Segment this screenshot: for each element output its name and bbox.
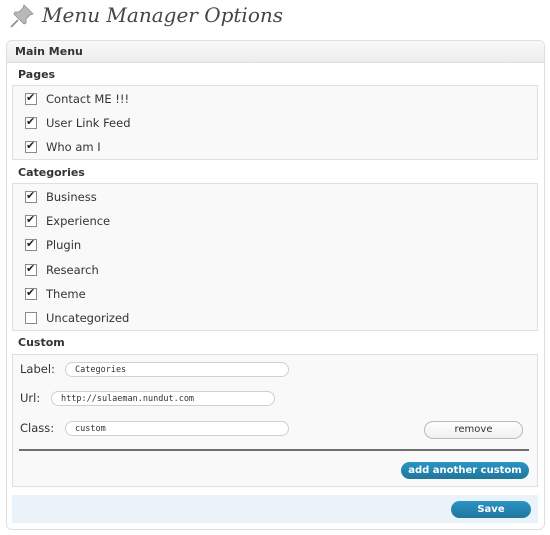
- checkmark-icon: ✔: [26, 139, 36, 152]
- label-input[interactable]: Categories: [65, 362, 289, 377]
- class-input[interactable]: custom: [65, 421, 289, 436]
- checkmark-icon: ✔: [26, 91, 36, 104]
- category-item-label: Theme: [46, 287, 86, 301]
- checkbox[interactable]: ✔: [25, 237, 37, 251]
- checkbox[interactable]: ✔: [25, 286, 37, 300]
- divider: [19, 449, 529, 451]
- pages-section-label: Pages: [18, 68, 56, 81]
- checkbox[interactable]: ✔: [25, 139, 37, 153]
- category-item-label: Experience: [46, 214, 111, 228]
- page-item-label: User Link Feed: [46, 116, 131, 130]
- main-menu-box: Main Menu Pages ✔ Contact ME !!! ✔ User …: [6, 40, 545, 530]
- page-header: Menu Manager Options: [0, 0, 550, 34]
- checkbox[interactable]: ✔: [25, 262, 37, 276]
- save-button[interactable]: Save: [451, 501, 531, 518]
- class-field-label: Class:: [20, 421, 55, 435]
- categories-list: ✔ Business ✔ Experience ✔ Plugin ✔ Resea…: [12, 183, 538, 331]
- checkmark-icon: ✔: [26, 286, 36, 299]
- category-item-label: Research: [46, 263, 99, 277]
- checkmark-icon: ✔: [26, 115, 36, 128]
- checkbox[interactable]: [25, 312, 37, 324]
- url-input[interactable]: http://sulaeman.nundut.com: [51, 391, 275, 406]
- checkmark-icon: ✔: [26, 213, 36, 226]
- custom-link-panel: Label: Categories Url: http://sulaeman.n…: [12, 354, 538, 487]
- custom-section-label: Custom: [18, 336, 65, 349]
- checkmark-icon: ✔: [26, 189, 36, 202]
- pages-list: ✔ Contact ME !!! ✔ User Link Feed ✔ Who …: [12, 85, 538, 160]
- url-field-label: Url:: [20, 391, 41, 405]
- checkbox[interactable]: ✔: [25, 115, 37, 129]
- checkmark-icon: ✔: [26, 237, 36, 250]
- category-item-label: Plugin: [46, 238, 82, 252]
- categories-section-label: Categories: [18, 166, 85, 179]
- checkmark-icon: ✔: [26, 262, 36, 275]
- page-title: Menu Manager Options: [42, 3, 284, 27]
- remove-button[interactable]: remove: [424, 421, 523, 439]
- checkbox[interactable]: ✔: [25, 213, 37, 227]
- category-item-label: Business: [46, 190, 97, 204]
- pushpin-icon: [10, 4, 34, 28]
- checkbox[interactable]: ✔: [25, 91, 37, 105]
- checkbox[interactable]: ✔: [25, 189, 37, 203]
- page-item-label: Contact ME !!!: [46, 92, 130, 106]
- label-field-label: Label:: [20, 362, 55, 376]
- page-item-label: Who am I: [46, 140, 101, 154]
- add-another-custom-button[interactable]: add another custom: [401, 462, 529, 479]
- save-bar: Save: [12, 495, 538, 523]
- category-item-label: Uncategorized: [46, 311, 130, 325]
- box-title: Main Menu: [7, 41, 544, 63]
